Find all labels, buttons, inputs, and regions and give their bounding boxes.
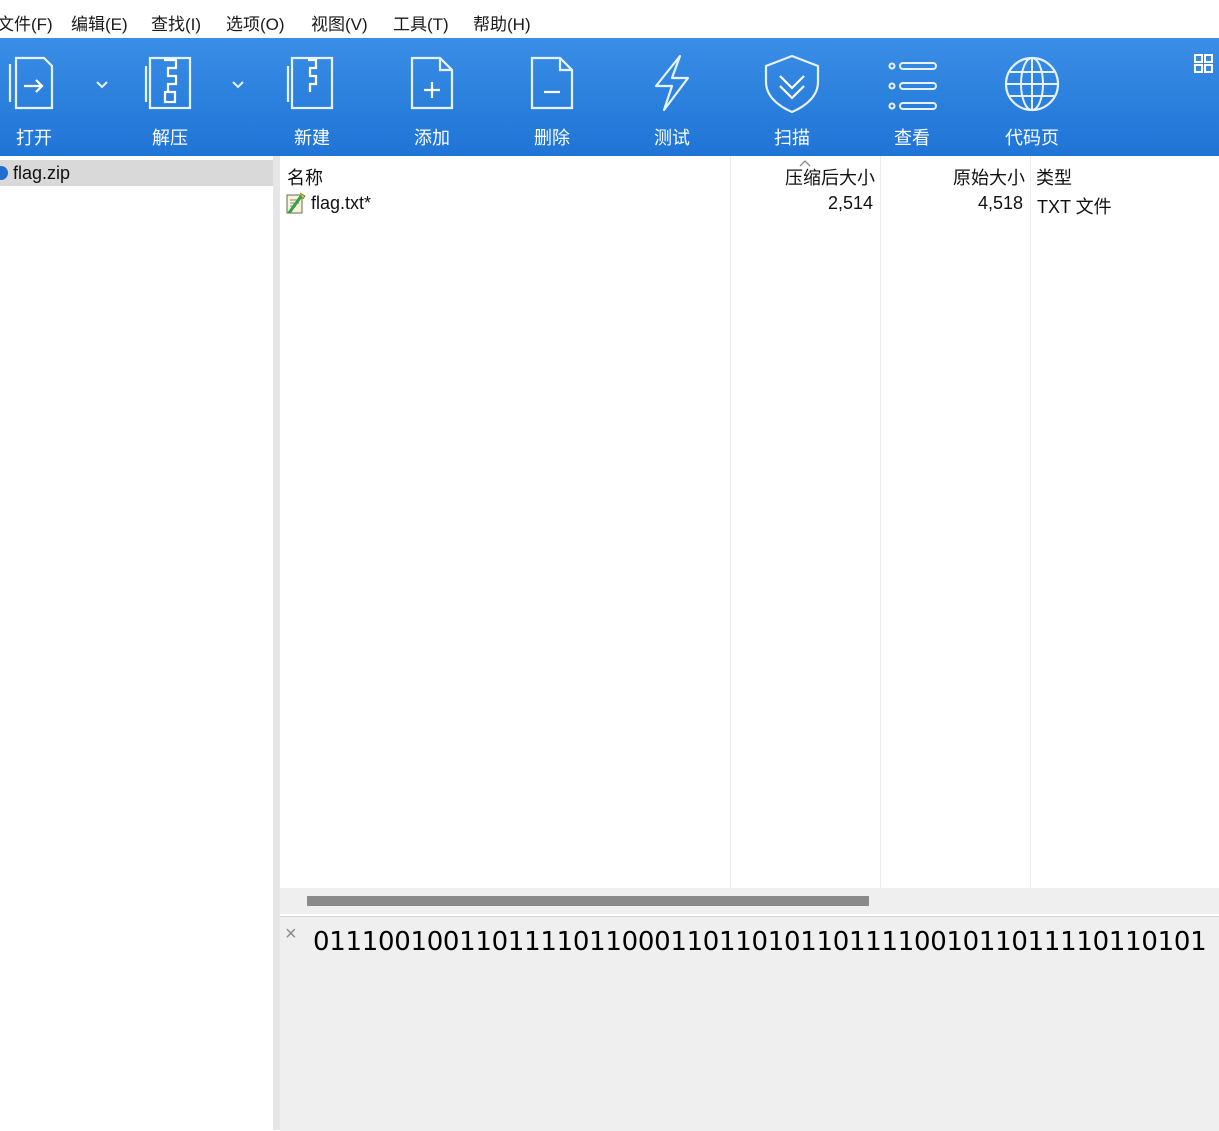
column-header-size[interactable]: 原始大小 bbox=[885, 164, 1025, 190]
file-type: TXT 文件 bbox=[1037, 197, 1112, 217]
comment-pane: × 01110010011011110110001101101011011110… bbox=[280, 916, 1219, 1131]
open-icon bbox=[8, 56, 54, 110]
view-list-icon bbox=[888, 62, 937, 110]
scan-button[interactable]: 扫描 bbox=[742, 38, 842, 156]
menu-view[interactable]: 视图(V) bbox=[311, 10, 368, 35]
column-header-packed[interactable]: 压缩后大小 bbox=[735, 164, 875, 190]
add-button[interactable]: 添加 bbox=[382, 38, 482, 156]
delete-button[interactable]: 删除 bbox=[502, 38, 602, 156]
menu-edit[interactable]: 编辑(E) bbox=[71, 10, 128, 35]
test-button[interactable]: 测试 bbox=[622, 38, 722, 156]
view-label: 查看 bbox=[894, 128, 930, 148]
extract-icon bbox=[144, 56, 192, 110]
new-label: 新建 bbox=[294, 128, 330, 148]
scrollbar-thumb[interactable] bbox=[307, 896, 869, 906]
horizontal-scrollbar[interactable] bbox=[280, 888, 1219, 914]
tree-item-label: flag.zip bbox=[13, 163, 71, 183]
column-divider[interactable] bbox=[880, 156, 881, 888]
menu-options[interactable]: 选项(O) bbox=[226, 10, 285, 35]
extract-dropdown-chevron-icon[interactable] bbox=[230, 76, 246, 92]
file-packed-size: 2,514 bbox=[827, 193, 873, 213]
file-size: 4,518 bbox=[977, 193, 1023, 213]
extract-label: 解压 bbox=[152, 128, 188, 148]
codepage-label: 代码页 bbox=[1005, 128, 1059, 148]
archive-icon bbox=[0, 166, 8, 180]
column-divider[interactable] bbox=[730, 156, 731, 888]
codepage-button[interactable]: 代码页 bbox=[982, 38, 1082, 156]
delete-label: 删除 bbox=[534, 128, 570, 148]
add-icon bbox=[410, 56, 454, 110]
add-label: 添加 bbox=[414, 128, 450, 148]
delete-icon bbox=[530, 56, 574, 110]
column-header-name[interactable]: 名称 bbox=[287, 164, 323, 190]
menu-bar: 文件(F) 编辑(E) 查找(I) 选项(O) 视图(V) 工具(T) 帮助(H… bbox=[0, 0, 1219, 39]
view-button[interactable]: 查看 bbox=[862, 38, 962, 156]
menu-file[interactable]: 文件(F) bbox=[0, 10, 53, 35]
text-file-icon bbox=[286, 192, 306, 214]
menu-find[interactable]: 查找(I) bbox=[151, 10, 201, 35]
open-label: 打开 bbox=[16, 128, 52, 148]
file-list: 名称 压缩后大小 原始大小 类型 flag.txt* 2,514 4,518 T… bbox=[280, 156, 1219, 888]
globe-icon bbox=[1004, 56, 1060, 112]
test-label: 测试 bbox=[654, 128, 690, 148]
column-header-type[interactable]: 类型 bbox=[1036, 164, 1072, 190]
comment-text: 0111001001101111011000110110101101111001… bbox=[313, 927, 1207, 957]
menu-tools[interactable]: 工具(T) bbox=[393, 10, 449, 35]
extract-button[interactable]: 解压 bbox=[120, 38, 220, 156]
open-button[interactable]: 打开 bbox=[0, 38, 84, 156]
layout-grid-icon[interactable] bbox=[1194, 54, 1214, 74]
open-dropdown-chevron-icon[interactable] bbox=[94, 76, 110, 92]
menu-help[interactable]: 帮助(H) bbox=[473, 10, 531, 35]
scan-shield-icon bbox=[764, 54, 820, 114]
test-icon bbox=[654, 54, 690, 112]
scan-label: 扫描 bbox=[774, 128, 810, 148]
column-divider[interactable] bbox=[1030, 156, 1031, 888]
new-archive-icon bbox=[286, 56, 334, 110]
tree-item-archive[interactable]: flag.zip bbox=[0, 160, 273, 186]
new-button[interactable]: 新建 bbox=[262, 38, 362, 156]
toolbar: 打开 解压 新建 添加 删除 测试 扫描 查看 代码页 bbox=[0, 38, 1219, 156]
close-comment-icon[interactable]: × bbox=[285, 923, 297, 946]
pane-splitter[interactable] bbox=[273, 156, 280, 1130]
folder-tree: flag.zip bbox=[0, 156, 273, 1130]
file-name: flag.txt* bbox=[311, 193, 372, 213]
